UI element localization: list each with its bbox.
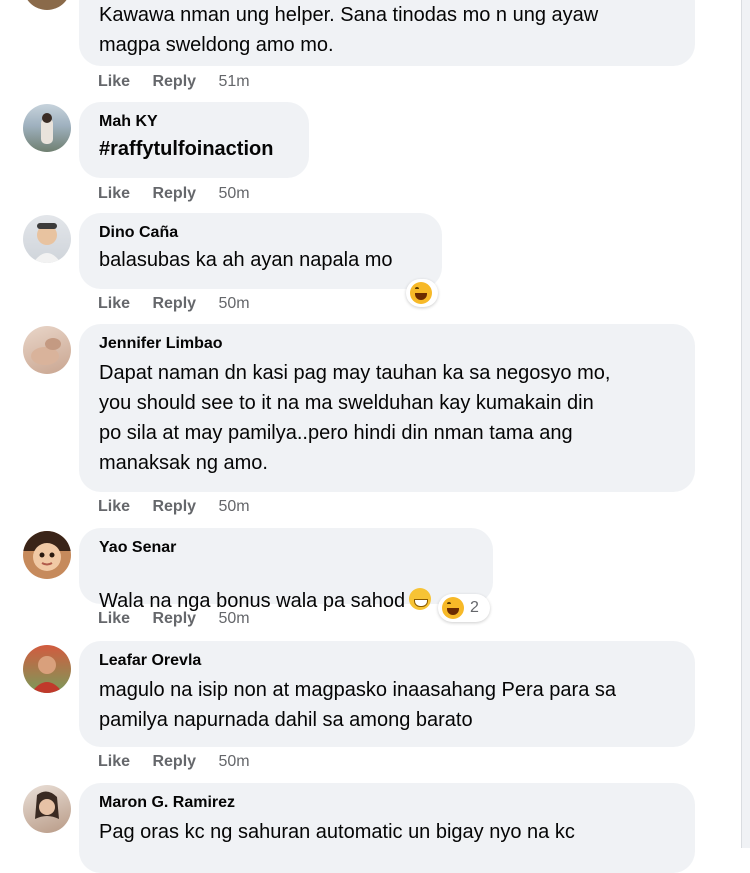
comment-actions: Like Reply 50m xyxy=(98,752,268,772)
comment-text: Pag oras kc ng sahuran automatic un biga… xyxy=(99,821,575,843)
commenter-name[interactable]: Jennifer Limbao xyxy=(99,334,675,354)
reply-button[interactable]: Reply xyxy=(152,498,196,515)
avatar-image xyxy=(35,791,59,819)
comment-bubble: Maron G. Ramirez Pag oras kc ng sahuran … xyxy=(79,783,695,873)
like-button[interactable]: Like xyxy=(98,610,130,627)
comment-timestamp[interactable]: 50m xyxy=(219,610,250,627)
comment-bubble: Kawawa nman ung helper. Sana tinodas mo … xyxy=(79,0,695,66)
comment-bubble: Yao Senar Wala na nga bonus wala pa saho… xyxy=(79,528,493,612)
commenter-name[interactable]: Maron G. Ramirez xyxy=(99,793,675,813)
like-button[interactable]: Like xyxy=(98,295,130,312)
avatar[interactable] xyxy=(23,104,71,152)
like-button[interactable]: Like xyxy=(98,498,130,515)
avatar[interactable] xyxy=(23,0,71,10)
grinning-face-icon xyxy=(409,588,432,610)
comment-timestamp[interactable]: 50m xyxy=(219,498,250,515)
commenter-name[interactable]: Leafar Orevla xyxy=(99,651,675,671)
comment-timestamp[interactable]: 50m xyxy=(219,295,250,312)
comment-text[interactable]: #raffytulfoinaction xyxy=(99,136,289,162)
comment-actions: Like Reply 51m xyxy=(98,72,268,92)
comment-actions: Like Reply 50m xyxy=(98,294,268,314)
comment-text: Kawawa nman ung helper. Sana tinodas mo … xyxy=(99,4,599,56)
comment-text: Dapat naman dn kasi pag may tauhan ka sa… xyxy=(99,362,611,474)
comment-text: balasubas ka ah ayan napala mo xyxy=(99,249,393,271)
avatar-image xyxy=(33,223,61,263)
avatar[interactable] xyxy=(23,531,71,579)
avatar-image xyxy=(31,338,61,365)
comment-actions: Like Reply 50m xyxy=(98,609,268,629)
commenter-name[interactable]: Dino Caña xyxy=(99,223,422,243)
comment-bubble: Jennifer Limbao Dapat naman dn kasi pag … xyxy=(79,324,695,492)
haha-reaction-icon xyxy=(442,597,464,619)
comment-timestamp[interactable]: 50m xyxy=(219,753,250,770)
avatar[interactable] xyxy=(23,785,71,833)
like-button[interactable]: Like xyxy=(98,185,130,202)
comment-actions: Like Reply 50m xyxy=(98,497,268,517)
comment-text: Wala na nga bonus wala pa sahod xyxy=(99,562,473,614)
avatar-image xyxy=(31,656,63,693)
comment-timestamp[interactable]: 50m xyxy=(219,185,250,202)
commenter-name[interactable]: Yao Senar xyxy=(99,538,473,558)
avatar[interactable] xyxy=(23,326,71,374)
reaction-badge[interactable]: 2 xyxy=(438,594,490,622)
like-button[interactable]: Like xyxy=(98,753,130,770)
avatar[interactable] xyxy=(23,645,71,693)
comment-bubble: Mah KY #raffytulfoinaction xyxy=(79,102,309,178)
haha-reaction-icon xyxy=(410,282,432,304)
reply-button[interactable]: Reply xyxy=(152,610,196,627)
avatar-image xyxy=(23,531,71,571)
comment-timestamp[interactable]: 51m xyxy=(219,73,250,90)
avatar-image xyxy=(41,113,53,144)
reply-button[interactable]: Reply xyxy=(152,295,196,312)
scrollbar[interactable] xyxy=(741,0,750,848)
reaction-count: 2 xyxy=(470,599,479,616)
reply-button[interactable]: Reply xyxy=(152,73,196,90)
comment-bubble: Leafar Orevla magulo na isip non at magp… xyxy=(79,641,695,747)
avatar[interactable] xyxy=(23,215,71,263)
comment-actions: Like Reply 50m xyxy=(98,184,268,204)
reply-button[interactable]: Reply xyxy=(152,185,196,202)
reaction-badge[interactable] xyxy=(406,279,438,307)
like-button[interactable]: Like xyxy=(98,73,130,90)
comment-bubble: Dino Caña balasubas ka ah ayan napala mo xyxy=(79,213,442,289)
comment-text: magulo na isip non at magpasko inaasahan… xyxy=(99,679,617,731)
reply-button[interactable]: Reply xyxy=(152,753,196,770)
commenter-name[interactable]: Mah KY xyxy=(99,112,289,132)
